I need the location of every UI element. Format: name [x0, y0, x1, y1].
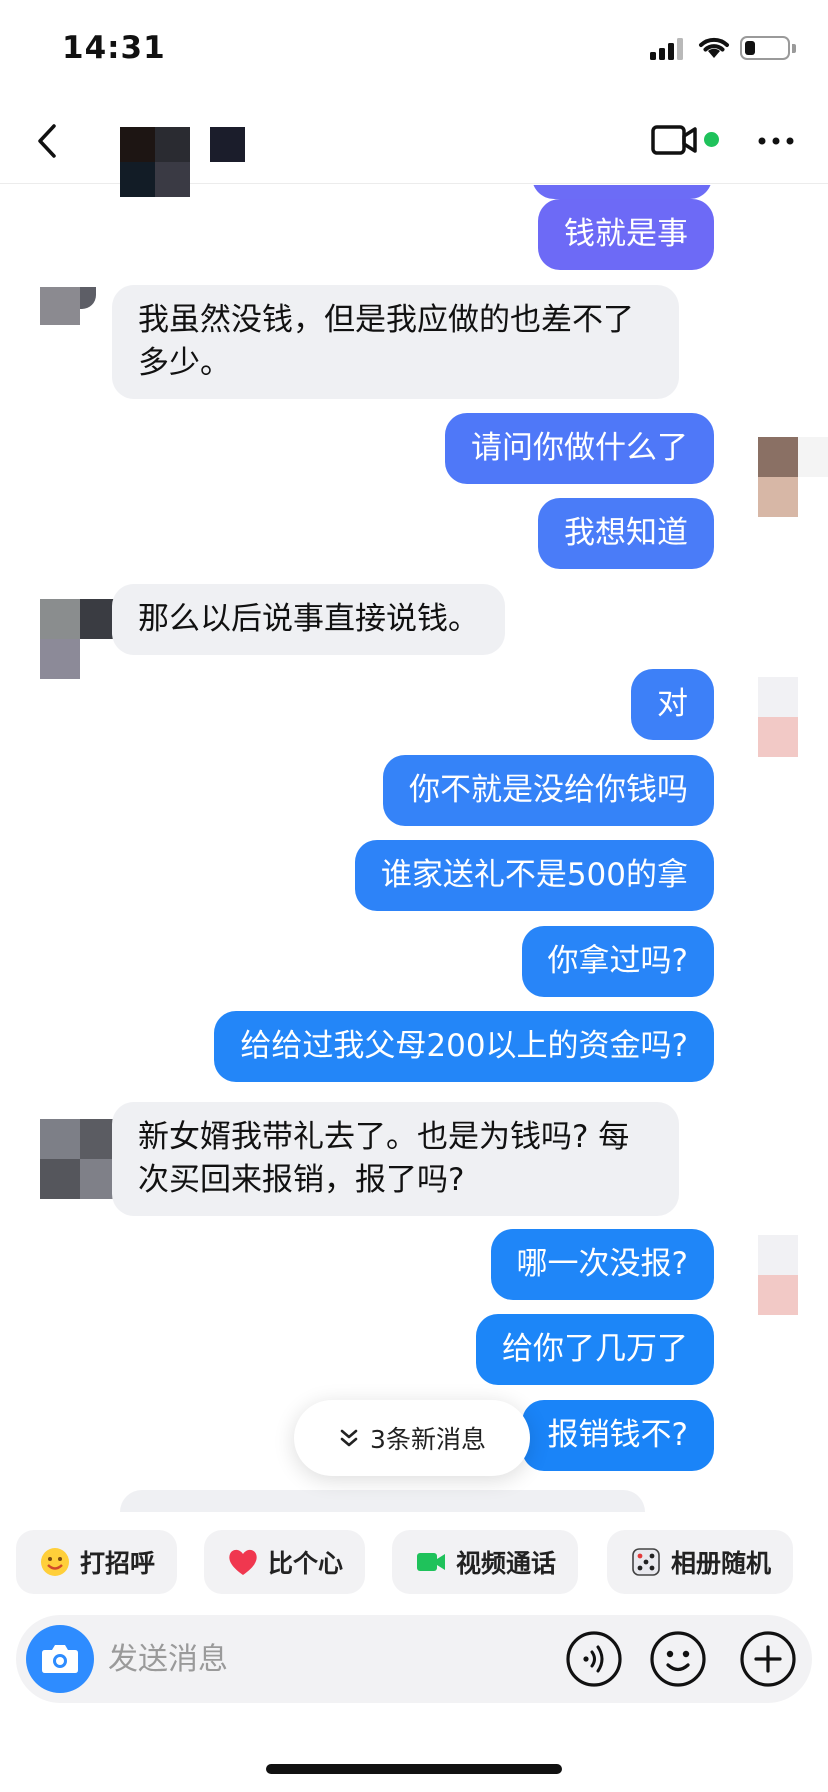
home-indicator	[266, 1764, 562, 1774]
quick-action-bar: 打招呼 比个心 视频通话 相册随机	[0, 1512, 828, 1616]
quick-action-greeting[interactable]: 打招呼	[16, 1530, 178, 1594]
new-messages-label: 3条新消息	[370, 1425, 486, 1454]
heart-icon	[229, 1549, 257, 1575]
online-status-dot	[704, 132, 719, 147]
message-bubble-outgoing[interactable]: 哪一次没报?	[490, 1229, 714, 1300]
message-bubble-incoming[interactable]: 那么以后说事直接说钱。	[112, 584, 505, 655]
camera-button[interactable]	[26, 1625, 94, 1693]
voice-message-icon[interactable]	[564, 1629, 624, 1689]
camera-icon	[42, 1645, 78, 1673]
message-bubble-outgoing[interactable]: 对	[631, 669, 714, 740]
my-avatar[interactable]	[758, 1235, 798, 1315]
chat-header	[0, 96, 828, 197]
greeting-icon	[41, 1548, 69, 1576]
more-options-icon[interactable]	[756, 126, 796, 156]
quick-action-video-call[interactable]: 视频通话	[392, 1530, 579, 1594]
add-more-icon[interactable]	[738, 1629, 798, 1689]
quick-action-label: 视频通话	[456, 1549, 557, 1578]
contact-avatar[interactable]	[40, 287, 96, 325]
message-bubble-outgoing[interactable]: 谁家送礼不是500的拿	[354, 840, 714, 911]
emoji-icon[interactable]	[648, 1629, 708, 1689]
message-bubble-outgoing[interactable]: 报销钱不?	[521, 1400, 714, 1471]
message-input-bar	[16, 1615, 812, 1703]
message-bubble-outgoing[interactable]: 你拿过吗?	[521, 926, 714, 997]
message-bubble-outgoing[interactable]: 请问你做什么了	[445, 413, 714, 484]
new-messages-button[interactable]: 3条新消息	[294, 1400, 530, 1476]
message-bubble-outgoing[interactable]: 你不就是没给你钱吗	[383, 755, 714, 826]
video-call-icon[interactable]	[650, 120, 698, 160]
quick-action-label: 打招呼	[80, 1549, 156, 1578]
message-bubble-incoming[interactable]: 我虽然没钱，但是我应做的也差不了多少。	[112, 285, 679, 399]
message-bubble-outgoing[interactable]: 给给过我父母200以上的资金吗?	[214, 1011, 714, 1082]
cellular-signal-icon	[650, 38, 686, 60]
battery-icon	[740, 36, 790, 60]
wifi-icon	[699, 37, 729, 58]
battery-tip	[792, 44, 796, 53]
quick-action-heart[interactable]: 比个心	[204, 1530, 366, 1594]
status-bar: 14:31	[0, 0, 828, 96]
message-list[interactable]: 钱就是事 我虽然没钱，但是我应做的也差不了多少。 请问你做什么了 我想知道 那么…	[0, 185, 828, 1515]
my-avatar[interactable]	[758, 437, 828, 517]
message-input[interactable]	[108, 1631, 468, 1687]
back-arrow-icon[interactable]	[30, 118, 66, 164]
message-bubble-outgoing[interactable]: 给你了几万了	[476, 1314, 714, 1385]
quick-action-label: 比个心	[268, 1549, 344, 1578]
message-bubble-cut	[532, 185, 712, 199]
contact-avatar[interactable]	[40, 1119, 120, 1199]
quick-action-random-album[interactable]: 相册随机	[607, 1530, 794, 1594]
dice-icon	[632, 1548, 660, 1576]
status-time: 14:31	[62, 30, 166, 66]
message-bubble-outgoing[interactable]: 钱就是事	[538, 199, 714, 270]
message-bubble-incoming[interactable]: 新女婿我带礼去了。也是为钱吗? 每次买回来报销，报了吗?	[112, 1102, 679, 1216]
contact-avatar[interactable]	[40, 599, 120, 679]
my-avatar[interactable]	[758, 677, 798, 757]
double-chevron-down-icon	[340, 1429, 358, 1447]
quick-action-label: 相册随机	[671, 1549, 772, 1578]
message-bubble-outgoing[interactable]: 我想知道	[538, 498, 714, 569]
video-icon	[417, 1553, 445, 1571]
